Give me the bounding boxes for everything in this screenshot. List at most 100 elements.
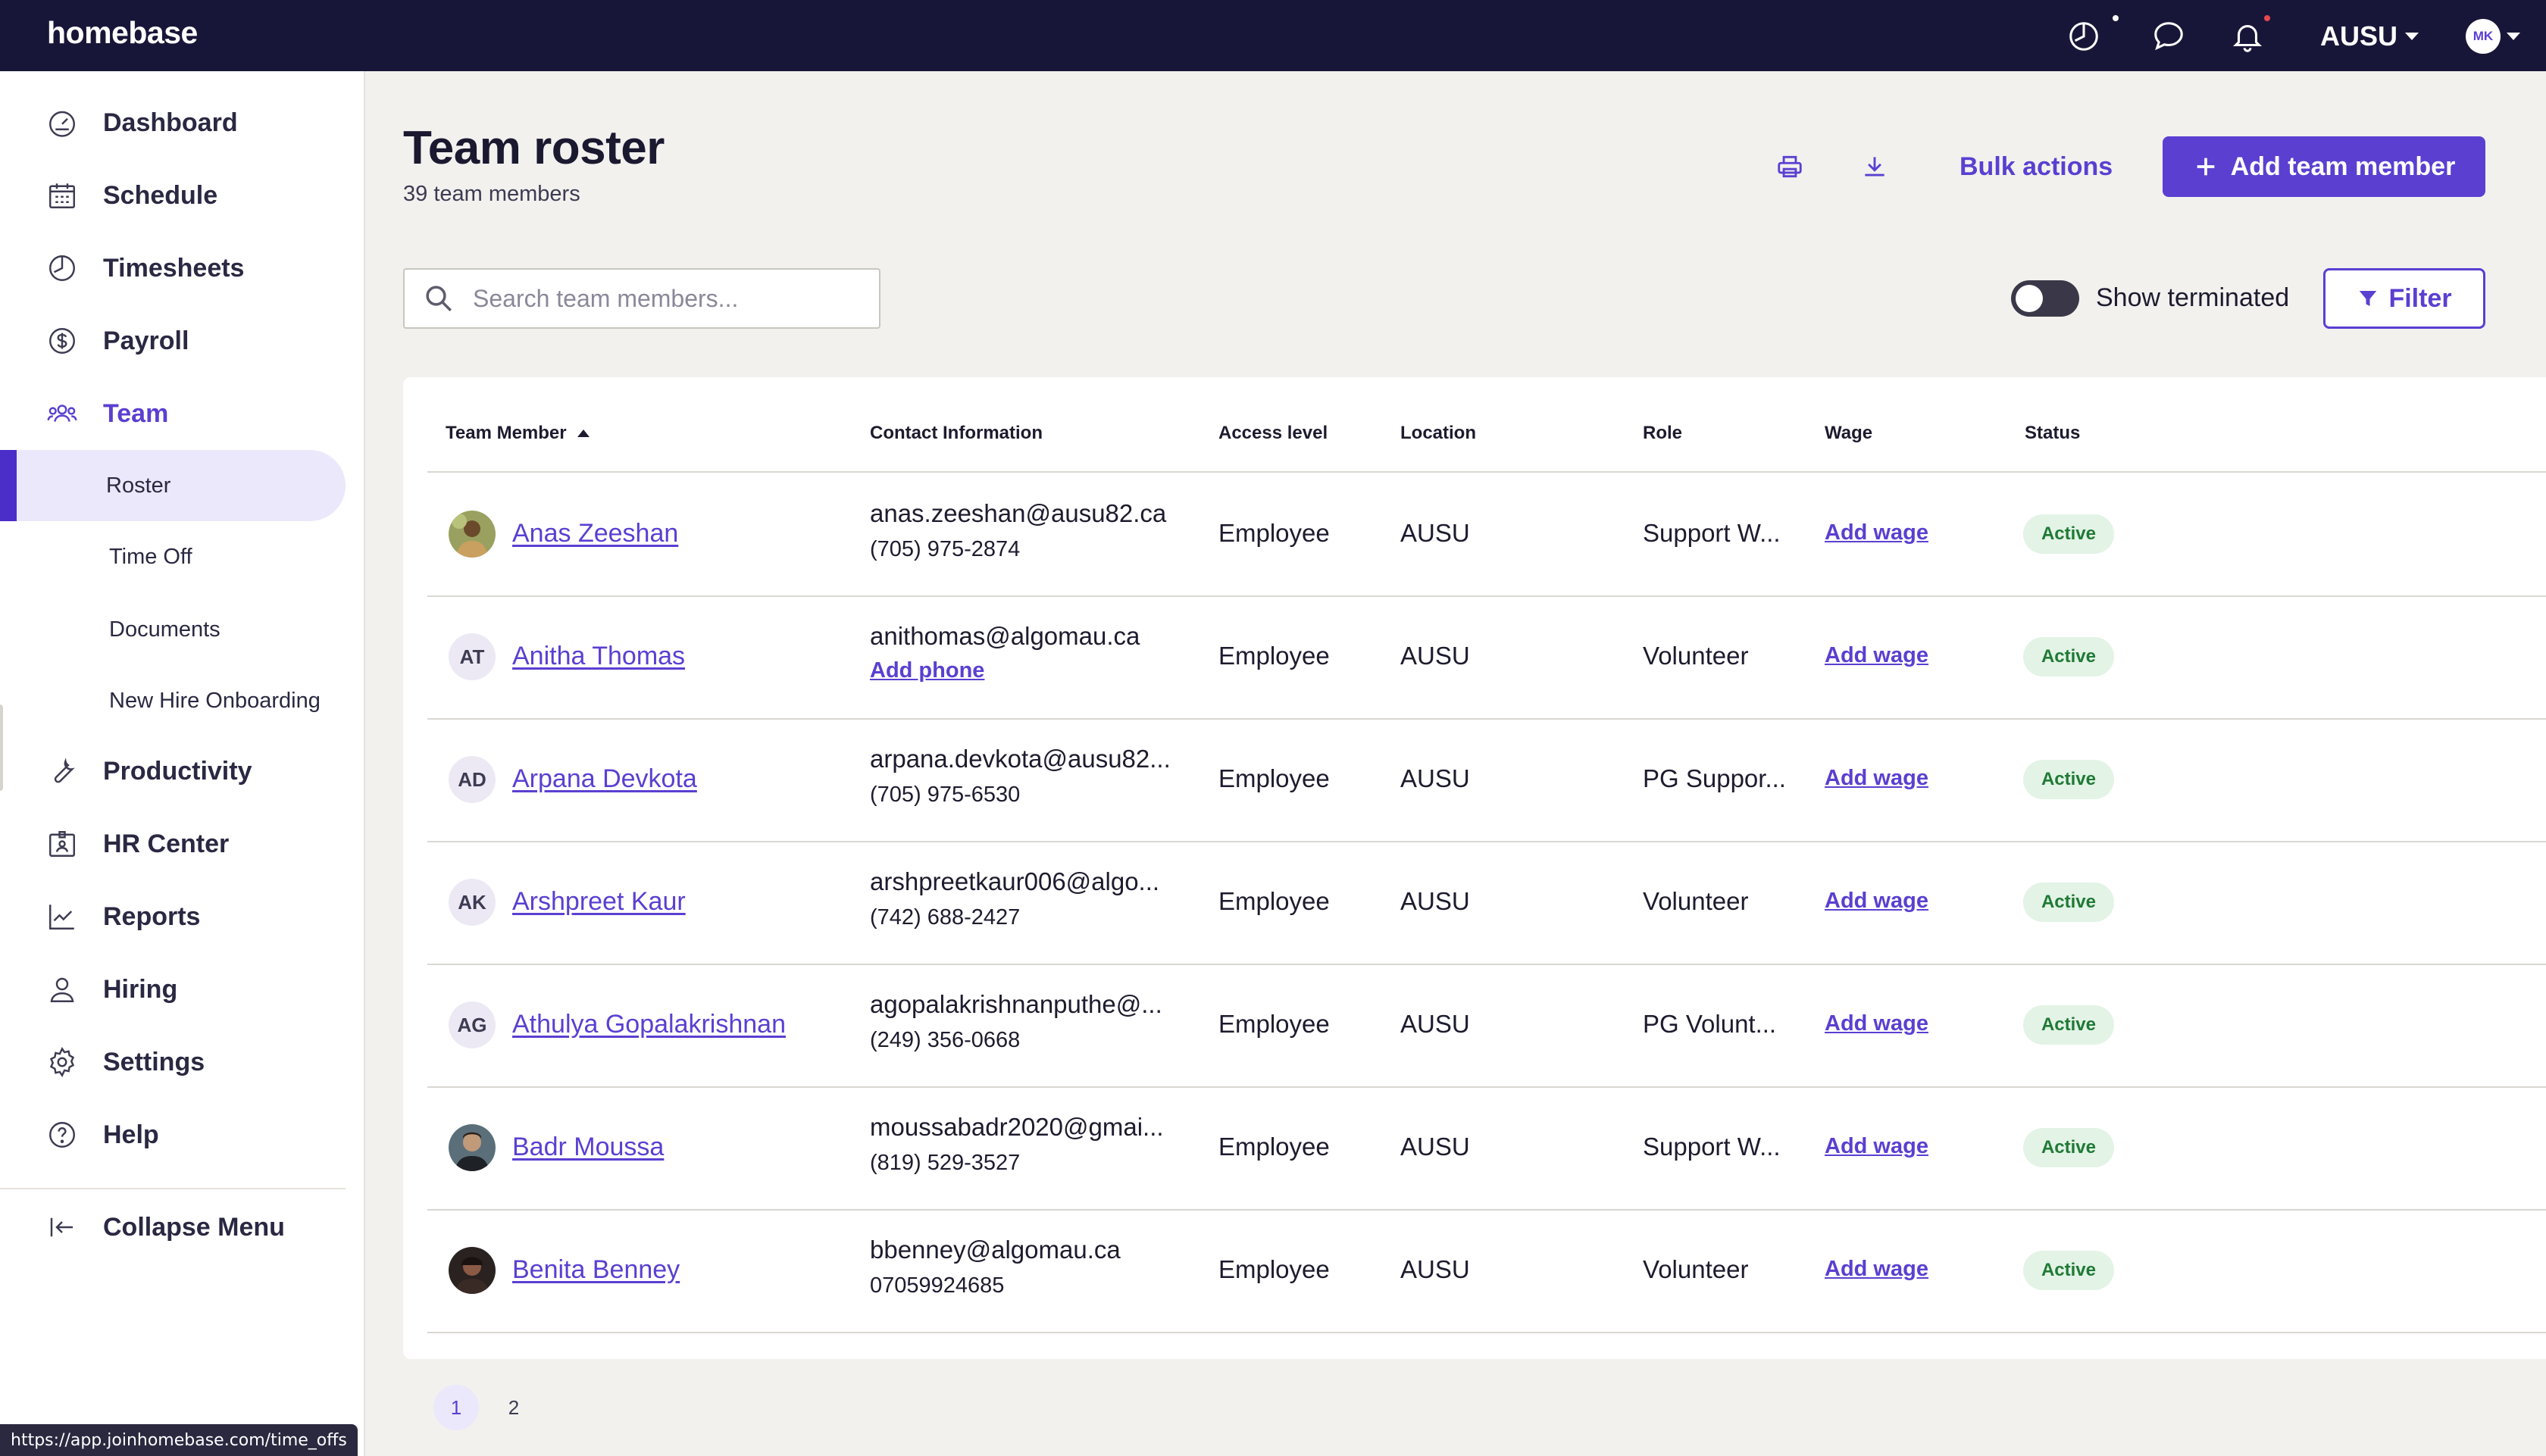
column-header-location: Location <box>1400 423 1476 443</box>
page-2-button[interactable]: 2 <box>491 1385 536 1430</box>
column-header-status: Status <box>2025 423 2081 443</box>
row-divider <box>427 1086 2546 1088</box>
collapse-icon <box>45 1211 79 1244</box>
user-menu[interactable]: MK <box>2466 18 2520 55</box>
status-badge: Active <box>2023 760 2114 799</box>
member-name-link[interactable]: Arshpreet Kaur <box>512 887 686 917</box>
company-switcher[interactable]: AUSU <box>2320 18 2419 55</box>
collapse-menu-label: Collapse Menu <box>103 1212 285 1242</box>
sidebar-subitem-time-off[interactable]: Time Off <box>0 521 346 592</box>
help-icon <box>45 1118 79 1151</box>
access-level: Employee <box>1218 519 1330 547</box>
member-location: AUSU <box>1400 1133 1470 1161</box>
member-name-link[interactable]: Arpana Devkota <box>512 764 697 794</box>
homebase-logo[interactable]: homebase <box>47 15 198 51</box>
print-button[interactable] <box>1772 148 1808 185</box>
sidebar-item-help[interactable]: Help <box>0 1104 365 1165</box>
sidebar-item-timesheets[interactable]: Timesheets <box>0 238 365 298</box>
status-badge: Active <box>2023 1251 2114 1290</box>
download-icon <box>1865 157 1884 177</box>
sidebar-item-schedule[interactable]: Schedule <box>0 165 365 226</box>
add-wage-link[interactable]: Add wage <box>1825 643 1928 668</box>
plus-icon <box>2197 158 2215 176</box>
member-name-link[interactable]: Benita Benney <box>512 1255 680 1285</box>
column-header-team-member[interactable]: Team Member <box>446 423 590 444</box>
chat-icon[interactable] <box>2150 18 2187 55</box>
member-name-link[interactable]: Badr Moussa <box>512 1133 664 1162</box>
member-email: agopalakrishnanputhe@... <box>870 990 1162 1018</box>
sidebar-item-payroll[interactable]: Payroll <box>0 311 365 371</box>
show-terminated-toggle[interactable] <box>2011 280 2079 317</box>
member-email: moussabadr2020@gmai... <box>870 1113 1164 1141</box>
add-phone-link[interactable]: Add phone <box>870 658 984 683</box>
sidebar-item-label: HR Center <box>103 829 230 858</box>
user-avatar: MK <box>2466 19 2501 54</box>
member-avatar <box>449 511 496 558</box>
collapse-menu-button[interactable]: Collapse Menu <box>0 1197 365 1258</box>
column-header-label: Team Member <box>446 423 567 443</box>
access-level: Employee <box>1218 1133 1330 1161</box>
member-location: AUSU <box>1400 519 1470 547</box>
sidebar-item-dashboard[interactable]: Dashboard <box>0 92 365 153</box>
column-header-wage: Wage <box>1825 423 1873 443</box>
search-input[interactable] <box>473 276 867 321</box>
sidebar-subitem-new-hire-onboarding[interactable]: New Hire Onboarding <box>0 665 346 736</box>
sidebar-subitem-documents[interactable]: Documents <box>0 594 346 665</box>
row-divider <box>427 595 2546 597</box>
row-divider <box>427 964 2546 965</box>
print-icon <box>1778 155 1802 178</box>
add-team-member-button[interactable]: Add team member <box>2163 136 2485 197</box>
member-phone: (705) 975-2874 <box>870 537 1021 561</box>
sidebar-subitem-label: Documents <box>109 617 221 642</box>
member-phone: 07059924685 <box>870 1273 1005 1298</box>
sidebar-item-label: Team <box>103 398 169 428</box>
status-badge: Active <box>2023 637 2114 676</box>
sidebar-item-productivity[interactable]: Productivity <box>0 741 365 801</box>
add-wage-link[interactable]: Add wage <box>1825 520 1928 545</box>
chevron-down-icon <box>2507 33 2520 40</box>
sidebar-subitem-roster[interactable]: Roster <box>0 450 346 521</box>
add-wage-link[interactable]: Add wage <box>1825 1011 1928 1036</box>
member-name-link[interactable]: Anitha Thomas <box>512 642 685 671</box>
wrench-icon <box>45 755 79 788</box>
member-count: 39 team members <box>403 182 580 206</box>
access-level: Employee <box>1218 642 1330 670</box>
search-icon <box>426 286 452 311</box>
column-header-access-level: Access level <box>1218 423 1328 443</box>
add-wage-link[interactable]: Add wage <box>1825 889 1928 914</box>
member-phone: (705) 975-6530 <box>870 783 1021 807</box>
member-role: PG Volunt... <box>1643 1010 1777 1038</box>
member-name-link[interactable]: Anas Zeeshan <box>512 519 678 548</box>
roster-table <box>403 377 2546 1359</box>
page-1-button[interactable]: 1 <box>433 1385 479 1430</box>
access-level: Employee <box>1218 1255 1330 1283</box>
bulk-actions-button[interactable]: Bulk actions <box>1960 150 2113 183</box>
filter-button[interactable]: Filter <box>2323 268 2485 329</box>
timeclock-icon[interactable] <box>2066 15 2119 55</box>
dollar-icon <box>45 324 79 358</box>
member-phone: (742) 688-2427 <box>870 905 1021 930</box>
person-icon <box>45 973 79 1006</box>
sidebar-item-team[interactable]: Team <box>0 383 365 444</box>
sidebar-item-hiring[interactable]: Hiring <box>0 959 365 1020</box>
sidebar-item-settings[interactable]: Settings <box>0 1032 365 1092</box>
bell-icon[interactable] <box>2229 15 2270 55</box>
company-name: AUSU <box>2320 20 2398 52</box>
sidebar-item-reports[interactable]: Reports <box>0 886 365 947</box>
status-badge: Active <box>2023 514 2114 554</box>
member-avatar <box>449 1124 496 1171</box>
add-wage-link[interactable]: Add wage <box>1825 1134 1928 1159</box>
add-wage-link[interactable]: Add wage <box>1825 766 1928 791</box>
download-button[interactable] <box>1856 148 1893 185</box>
chevron-down-icon <box>2405 33 2419 40</box>
member-location: AUSU <box>1400 764 1470 792</box>
sidebar-item-label: Settings <box>103 1047 205 1076</box>
member-name-link[interactable]: Athulya Gopalakrishnan <box>512 1010 786 1039</box>
member-location: AUSU <box>1400 1010 1470 1038</box>
column-header-role: Role <box>1643 423 1683 443</box>
member-role: Support W... <box>1643 1133 1781 1161</box>
sidebar-item-hr-center[interactable]: HR Center <box>0 814 365 874</box>
add-wage-link[interactable]: Add wage <box>1825 1257 1928 1282</box>
sidebar-item-label: Hiring <box>103 974 178 1004</box>
access-level: Employee <box>1218 764 1330 792</box>
